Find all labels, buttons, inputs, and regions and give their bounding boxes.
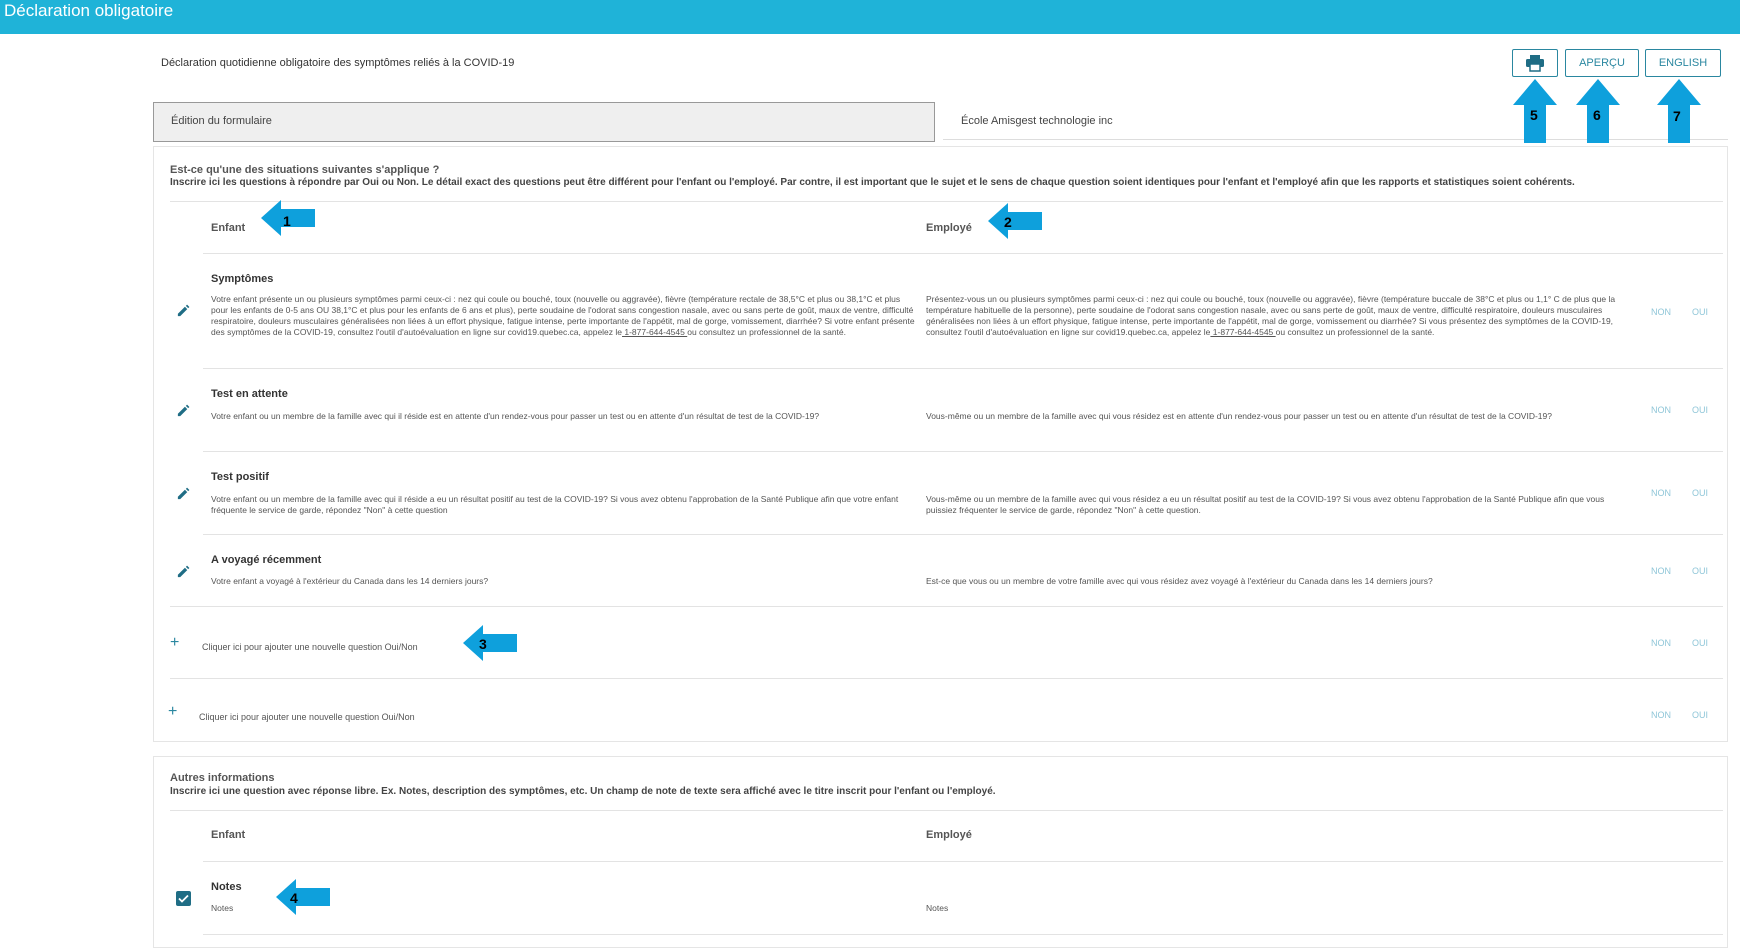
notes-title: Notes	[211, 881, 242, 893]
annotation-number: 7	[1673, 108, 1681, 124]
question-employe-text: Vous-même ou un membre de la famille ave…	[926, 494, 1605, 515]
divider	[203, 451, 1723, 452]
form-subtitle: Déclaration quotidienne obligatoire des …	[161, 57, 515, 69]
option-oui[interactable]: OUI	[1692, 710, 1708, 720]
print-button[interactable]	[1512, 49, 1558, 77]
question-employe-text: Vous-même ou un membre de la famille ave…	[926, 411, 1552, 421]
autres-title: Autres informations	[170, 772, 275, 784]
school-name: École Amisgest technologie inc	[961, 115, 1113, 127]
option-non[interactable]: NON	[1651, 488, 1671, 498]
question-title-test-positif: Test positif	[211, 471, 269, 483]
option-oui[interactable]: OUI	[1692, 488, 1708, 498]
column-header-employe: Employé	[926, 222, 972, 234]
situations-title: Est-ce qu'une des situations suivantes s…	[170, 164, 440, 176]
annotation-arrow-2: 2	[988, 203, 1042, 239]
question-title-test-attente: Test en attente	[211, 388, 288, 400]
annotation-number: 3	[479, 636, 487, 652]
question-employe-text: Présentez-vous un ou plusieurs symptômes…	[926, 294, 1616, 337]
add-question-link[interactable]: Cliquer ici pour ajouter une nouvelle qu…	[199, 712, 415, 722]
annotation-number: 5	[1530, 107, 1538, 123]
question-enfant-text: Votre enfant présente un ou plusieurs sy…	[211, 294, 915, 337]
question-enfant-text: Votre enfant ou un membre de la famille …	[211, 411, 820, 421]
english-button[interactable]: ENGLISH	[1645, 49, 1721, 77]
option-non[interactable]: NON	[1651, 307, 1671, 317]
phone-link[interactable]: 1-877-644-4545	[622, 327, 687, 337]
divider	[170, 606, 1723, 607]
option-oui[interactable]: OUI	[1692, 307, 1708, 317]
notes-enfant-label: Notes	[211, 903, 234, 913]
option-oui[interactable]: OUI	[1692, 566, 1708, 576]
column-header-enfant: Enfant	[211, 222, 246, 234]
edit-pencil-icon[interactable]	[176, 564, 191, 579]
column-header-enfant: Enfant	[211, 829, 246, 841]
annotation-number: 2	[1004, 214, 1012, 230]
divider	[170, 201, 1723, 202]
annotation-number: 6	[1593, 107, 1601, 123]
apercu-button[interactable]: APERÇU	[1565, 49, 1639, 77]
situations-panel	[153, 146, 1728, 742]
add-question-link[interactable]: Cliquer ici pour ajouter une nouvelle qu…	[202, 642, 418, 652]
page-title: Déclaration obligatoire	[4, 1, 174, 20]
question-employe-text: Est-ce que vous ou un membre de votre fa…	[926, 576, 1433, 586]
checkmark-icon	[178, 894, 189, 903]
option-non[interactable]: NON	[1651, 405, 1671, 415]
divider	[170, 678, 1723, 679]
divider	[170, 810, 1723, 811]
phone-link[interactable]: 1-877-644-4545	[1210, 327, 1275, 337]
option-oui[interactable]: OUI	[1692, 405, 1708, 415]
option-oui[interactable]: OUI	[1692, 638, 1708, 648]
question-enfant-text: Votre enfant a voyagé à l'extérieur du C…	[211, 576, 489, 586]
top-bar: Déclaration obligatoire	[0, 0, 1740, 34]
annotation-arrow-7: 7	[1657, 79, 1701, 143]
situations-description: Inscrire ici les questions à répondre pa…	[170, 177, 1575, 188]
edition-field[interactable]: Édition du formulaire	[153, 102, 935, 142]
divider	[203, 368, 1723, 369]
add-question-plus-icon[interactable]: +	[170, 635, 179, 651]
annotation-arrow-4: 4	[276, 879, 330, 915]
autres-description: Inscrire ici une question avec réponse l…	[170, 786, 996, 797]
edit-pencil-icon[interactable]	[176, 486, 191, 501]
annotation-arrow-5: 5	[1513, 79, 1557, 143]
question-title-symptomes: Symptômes	[211, 273, 274, 285]
column-header-employe: Employé	[926, 829, 972, 841]
divider	[203, 253, 1723, 254]
divider	[203, 861, 1723, 862]
annotation-arrow-3: 3	[463, 625, 517, 661]
autres-panel	[153, 756, 1728, 948]
annotation-number: 4	[290, 890, 298, 906]
add-question-plus-icon[interactable]: +	[168, 704, 177, 720]
divider	[203, 934, 1723, 935]
option-non[interactable]: NON	[1651, 710, 1671, 720]
edit-pencil-icon[interactable]	[176, 303, 191, 318]
edit-pencil-icon[interactable]	[176, 403, 191, 418]
printer-icon	[1526, 55, 1544, 72]
notes-checkbox[interactable]	[176, 891, 191, 906]
option-non[interactable]: NON	[1651, 638, 1671, 648]
question-enfant-text: Votre enfant ou un membre de la famille …	[211, 494, 899, 515]
divider	[203, 534, 1723, 535]
question-title-voyage: A voyagé récemment	[211, 554, 322, 566]
annotation-arrow-6: 6	[1576, 79, 1620, 143]
option-non[interactable]: NON	[1651, 566, 1671, 576]
notes-employe-label: Notes	[926, 903, 949, 913]
annotation-arrow-1: 1	[261, 200, 315, 236]
annotation-number: 1	[283, 213, 291, 229]
